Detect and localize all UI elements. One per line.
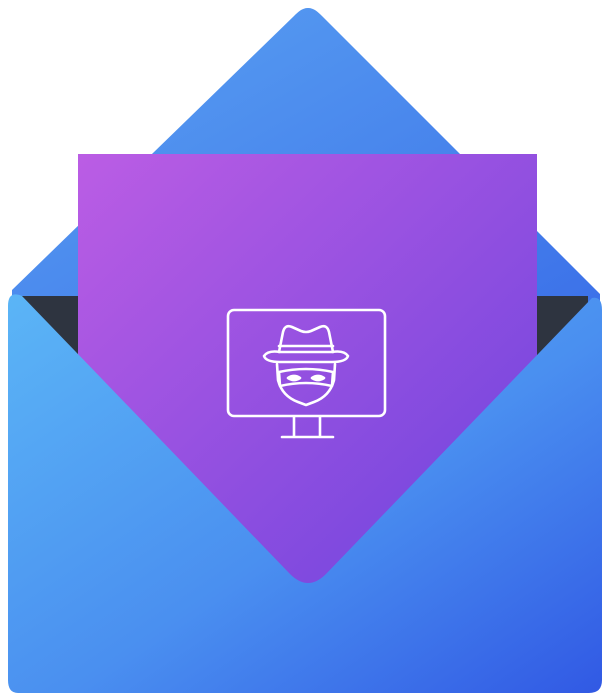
envelope-illustration xyxy=(8,8,602,693)
illustration-canvas xyxy=(0,0,602,693)
